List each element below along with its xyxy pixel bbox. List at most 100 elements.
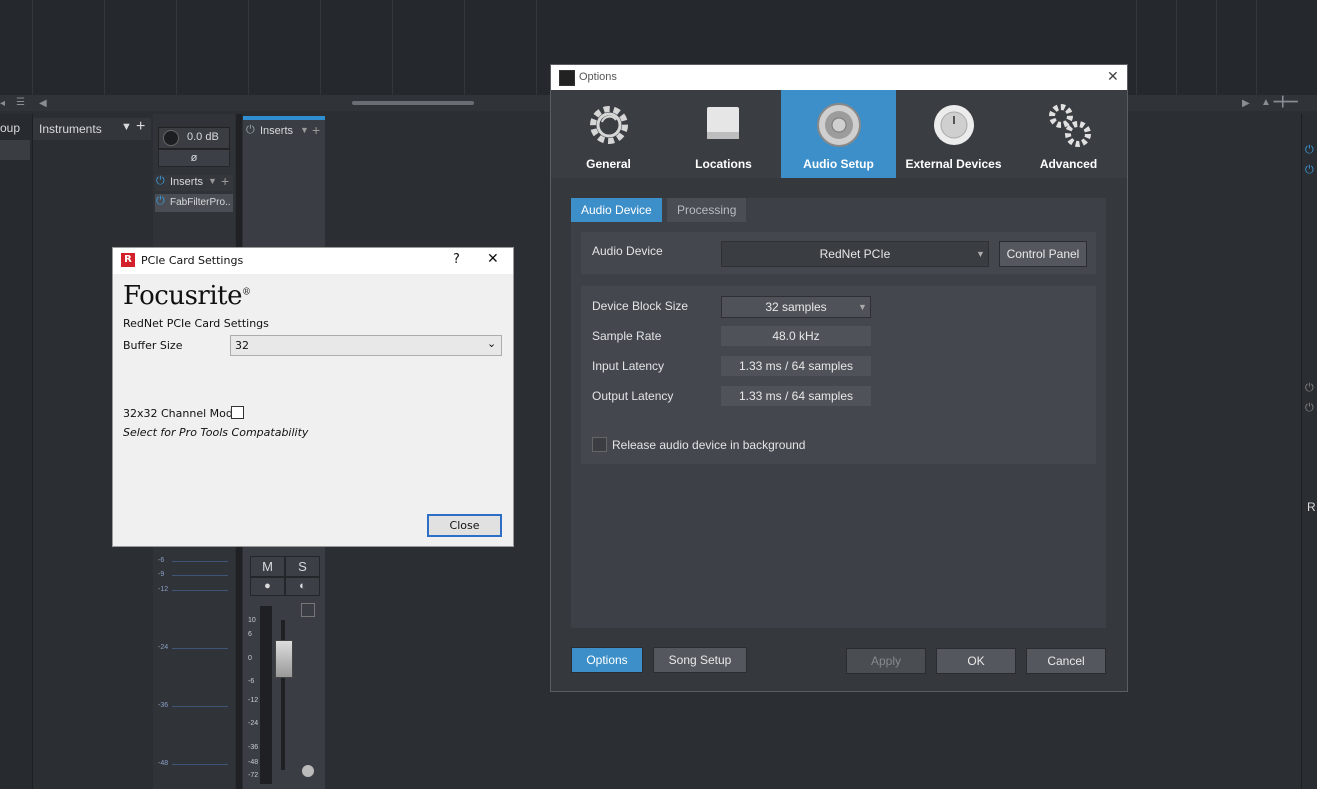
audio-device-value: RedNet PCIe <box>819 247 891 261</box>
expand-icon[interactable] <box>301 603 315 617</box>
power-icon[interactable]: ⏻ <box>246 124 255 137</box>
volume-value: 0.0 dB <box>187 131 219 143</box>
insert-slot[interactable]: ⏻ FabFilterPro.. <box>155 194 233 212</box>
cancel-button[interactable]: Cancel <box>1026 648 1106 674</box>
channel-mode-label: 32x32 Channel Mode <box>123 407 240 420</box>
solo-button[interactable]: S <box>285 556 320 577</box>
output-latency-value: 1.33 ms / 64 samples <box>721 386 871 406</box>
song-setup-button[interactable]: Song Setup <box>653 647 747 673</box>
meter-gridline <box>172 764 228 765</box>
volume-fader[interactable] <box>275 640 293 678</box>
dropdown-arrow-icon[interactable]: ▼ <box>208 176 217 186</box>
right-panel: ⏻ ⏻ ⏻ ⏻ R <box>1301 114 1317 789</box>
scroll-left-icon[interactable]: ◀ <box>39 98 47 109</box>
device-panel: Audio Device RedNet PCIe ▼ Control Panel <box>581 232 1096 274</box>
audio-device-select[interactable]: RedNet PCIe ▼ <box>721 241 989 267</box>
pan-knob-icon[interactable] <box>163 130 179 146</box>
tab-label: Locations <box>695 157 752 171</box>
options-dialog: Options ✕ General Locations Audio Setup … <box>550 64 1128 692</box>
tab-external-devices[interactable]: External Devices <box>896 90 1011 178</box>
menu-icon[interactable]: ☰ <box>16 97 25 108</box>
mute-button[interactable]: M <box>250 556 285 577</box>
meter-tick-label: -24 <box>248 720 259 727</box>
device-settings-panel: Device Block Size 32 samples ▼ Sample Ra… <box>581 286 1096 464</box>
collapse-icon[interactable]: ◂ <box>0 98 5 109</box>
tab-locations[interactable]: Locations <box>666 90 781 178</box>
monitor-icon[interactable]: ◐ <box>285 577 320 596</box>
ok-button[interactable]: OK <box>936 648 1016 674</box>
options-tabbar: General Locations Audio Setup External D… <box>551 90 1127 178</box>
meter-tick-label: -72 <box>248 772 259 779</box>
zoom-slider-icon[interactable]: ▲ ━╋━━ <box>1261 97 1298 108</box>
dropdown-arrow-icon: ▼ <box>858 302 867 312</box>
add-insert-icon[interactable]: + <box>221 173 229 189</box>
dropdown-arrow-icon[interactable]: ▼ <box>300 125 309 135</box>
tab-general[interactable]: General <box>551 90 666 178</box>
tab-label: Audio Setup <box>803 157 874 171</box>
power-icon[interactable]: ⏻ <box>1305 164 1314 177</box>
pcie-title: PCIe Card Settings <box>141 254 244 267</box>
meter-gridline <box>172 648 228 649</box>
group-row[interactable] <box>0 140 30 160</box>
group-column <box>0 114 33 789</box>
options-title: Options <box>579 71 617 83</box>
release-device-checkbox[interactable] <box>592 437 607 452</box>
subtab-processing[interactable]: Processing <box>667 198 747 222</box>
knob-icon <box>934 105 974 145</box>
selected-strip-indicator <box>243 116 325 120</box>
gears-icon <box>1049 104 1091 147</box>
dropdown-arrow-icon[interactable]: ▼ <box>121 121 132 133</box>
instruments-label: Instruments <box>39 122 102 136</box>
add-insert-icon[interactable]: + <box>312 122 320 138</box>
buffer-size-select[interactable]: 32 ⌄ <box>230 335 502 356</box>
options-button[interactable]: Options <box>571 647 643 673</box>
power-icon[interactable]: ⏻ <box>1305 382 1314 395</box>
subtab-audio-device[interactable]: Audio Device <box>571 198 662 222</box>
power-icon[interactable]: ⏻ <box>1305 402 1314 415</box>
block-size-select[interactable]: 32 samples ▼ <box>721 296 871 318</box>
help-icon[interactable]: ? <box>453 252 460 267</box>
apply-button[interactable]: Apply <box>846 648 926 674</box>
sample-rate-label: Sample Rate <box>592 329 662 343</box>
power-icon[interactable]: ⏻ <box>1305 144 1314 157</box>
tab-audio-setup[interactable]: Audio Setup <box>781 90 896 178</box>
inserts-header[interactable]: ⏻ Inserts ▼ + <box>155 173 233 191</box>
power-icon[interactable]: ⏻ <box>156 175 165 188</box>
channel-mode-hint: Select for Pro Tools Compatability <box>123 426 309 439</box>
level-meter <box>260 606 272 784</box>
meter-gridline <box>172 706 228 707</box>
meter-tick-label: -36 <box>158 702 169 709</box>
input-latency-value: 1.33 ms / 64 samples <box>721 356 871 376</box>
meter-gridline <box>172 561 228 562</box>
pan-knob-icon[interactable] <box>302 765 314 777</box>
close-icon[interactable]: ✕ <box>1107 68 1119 85</box>
pcie-settings-dialog: R PCIe Card Settings ? ✕ Focusrite® RedN… <box>112 247 514 547</box>
block-size-value: 32 samples <box>765 300 827 314</box>
gear-icon <box>590 106 628 144</box>
inserts-header-2[interactable]: ⏻ Inserts ▼ + <box>245 122 323 140</box>
tab-advanced[interactable]: Advanced <box>1011 90 1126 178</box>
tab-label: General <box>586 157 631 171</box>
meter-gridline <box>172 575 228 576</box>
channel-mode-checkbox[interactable] <box>231 406 244 419</box>
scroll-right-icon[interactable]: ▶ <box>1242 98 1250 109</box>
phase-invert-button[interactable]: ø <box>158 149 230 167</box>
chevron-down-icon: ⌄ <box>487 337 497 350</box>
right-edge-label: R <box>1307 500 1316 514</box>
add-icon[interactable]: + <box>136 118 145 136</box>
block-size-label: Device Block Size <box>592 299 689 313</box>
tab-label: External Devices <box>905 157 1002 171</box>
buffer-size-label: Buffer Size <box>123 339 183 352</box>
scrollbar-thumb[interactable] <box>352 101 474 105</box>
close-icon[interactable]: ✕ <box>487 251 499 267</box>
record-arm-icon[interactable]: ● <box>250 577 285 596</box>
power-icon[interactable]: ⏻ <box>156 195 165 208</box>
output-latency-label: Output Latency <box>592 389 674 403</box>
meter-tick-label: 6 <box>248 631 252 638</box>
instruments-header[interactable]: Instruments ▼ + <box>33 118 151 140</box>
meter-tick-label: -12 <box>248 697 259 704</box>
control-panel-button[interactable]: Control Panel <box>999 241 1087 267</box>
close-button[interactable]: Close <box>427 514 502 537</box>
volume-field[interactable]: 0.0 dB <box>158 127 230 149</box>
audio-device-label: Audio Device <box>592 244 663 258</box>
